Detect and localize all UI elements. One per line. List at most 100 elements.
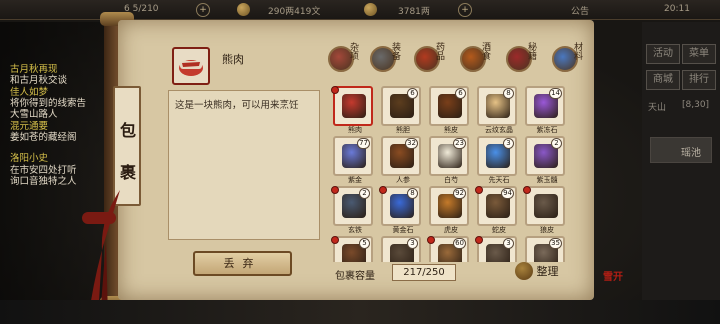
inventory-slot[interactable]: 6 熊胆	[381, 86, 421, 134]
item-name: 熊肉	[348, 126, 362, 134]
announce-button[interactable]: 公告	[571, 4, 589, 17]
activity-button[interactable]: 活动	[646, 44, 680, 64]
ranking-button[interactable]: 排行	[682, 70, 716, 90]
item-count: 2	[551, 138, 562, 149]
add-gold-icon[interactable]: +	[458, 3, 472, 17]
inventory-slot[interactable]: 5	[331, 236, 373, 262]
inventory-slot[interactable]: 8 云纹玄晶	[477, 86, 517, 134]
item-count: 92	[453, 188, 466, 199]
item-name: 紫金	[348, 176, 362, 184]
item-name: 紫玉髓	[536, 176, 558, 184]
inventory-slot[interactable]: 3	[475, 236, 517, 262]
tab-label: 杂项	[350, 43, 360, 62]
game-root: { "topbar":{"level":"6 5/210","silver":"…	[0, 0, 720, 324]
inventory-slot[interactable]: 熊肉	[331, 86, 373, 134]
quest-title[interactable]: 混元通要	[10, 121, 48, 132]
item-count: 77	[357, 138, 370, 149]
item-name: 蛇皮	[492, 226, 506, 234]
add-level-icon[interactable]: +	[196, 3, 210, 17]
gold-ingot-icon	[364, 3, 377, 16]
quest-title[interactable]: 佳人如梦	[10, 87, 48, 98]
new-item-badge	[331, 186, 339, 194]
gold-text: 3781两	[398, 7, 430, 17]
item-count: 2	[359, 188, 370, 199]
item-name: 狼皮	[540, 226, 554, 234]
inventory-slot[interactable]: 6 熊皮	[429, 86, 469, 134]
inventory-slot[interactable]: 32 人参	[381, 136, 421, 184]
inventory-slot[interactable]: 14 紫冻石	[525, 86, 565, 134]
bottom-hud	[0, 300, 720, 324]
tab-label: 秘籍	[528, 43, 538, 62]
quest-desc: 和古月秋交谈	[10, 75, 68, 86]
inventory-slot[interactable]: 94 蛇皮	[475, 186, 517, 234]
location-text: 天山	[648, 103, 667, 113]
selected-item-icon	[172, 47, 210, 85]
bag-title-text: 包裹	[120, 121, 137, 182]
item-description: 这是一块熊肉，可以用来烹饪	[168, 90, 320, 240]
shop-button[interactable]: 商城	[646, 70, 680, 90]
sort-button[interactable]: 整理	[515, 262, 577, 284]
item-name: 虎皮	[444, 226, 458, 234]
item-name: 紫冻石	[536, 126, 558, 134]
item-description-text: 这是一块熊肉，可以用来烹饪	[175, 100, 299, 111]
inventory-slot[interactable]: 2 玄铁	[331, 186, 373, 234]
item-name: 先天石	[488, 176, 510, 184]
item-count: 8	[407, 188, 418, 199]
inventory-slot[interactable]: 狼皮	[523, 186, 565, 234]
silver-text: 290两419文	[268, 7, 321, 17]
tab-label: 装备	[392, 43, 402, 62]
sort-label: 整理	[536, 265, 559, 278]
clock-text: 20:11	[664, 4, 690, 14]
item-name: 熊皮	[444, 126, 458, 134]
bag-title: 包裹	[113, 86, 141, 206]
coords-text: [8,30]	[682, 100, 710, 110]
tab-label: 酒食	[482, 43, 492, 62]
sort-bag-icon	[515, 262, 533, 280]
item-count: 6	[455, 88, 466, 99]
item-count: 32	[405, 138, 418, 149]
right-panel: 活动 菜单 商城 排行 天山 [8,30] 瑶池	[642, 22, 720, 322]
item-icon	[342, 94, 366, 118]
new-item-badge	[331, 236, 339, 244]
item-name: 人参	[396, 176, 410, 184]
inventory-slot[interactable]: 3	[381, 236, 421, 262]
tab-label: 材料	[574, 43, 584, 62]
item-count: 35	[549, 238, 562, 249]
inventory-slot[interactable]: 2 紫玉髓	[525, 136, 565, 184]
item-count: 94	[501, 188, 514, 199]
capacity-label: 包裹容量	[335, 271, 375, 282]
tassel-knot-icon	[82, 212, 116, 224]
new-item-badge	[331, 86, 339, 94]
quest-desc: 询口音独特之人	[10, 176, 77, 187]
item-name: 白芍	[444, 176, 458, 184]
item-name: 黄金石	[392, 226, 414, 234]
inventory-slot[interactable]: 3 先天石	[477, 136, 517, 184]
inventory-slot[interactable]: 23 白芍	[429, 136, 469, 184]
area-button[interactable]: 瑶池	[650, 137, 712, 163]
quest-title[interactable]: 洛阳小史	[10, 153, 48, 164]
inventory-slot[interactable]: 92 虎皮	[429, 186, 469, 234]
inventory-slot[interactable]: 77 紫金	[333, 136, 373, 184]
menu-button[interactable]: 菜单	[682, 44, 716, 64]
new-item-badge	[379, 186, 387, 194]
quest-desc: 将你得到的线索告	[10, 98, 87, 109]
inventory-slot[interactable]: 60	[427, 236, 469, 262]
inventory-grid: 熊肉 6 熊胆 6 熊皮 8 云纹玄晶 14 紫冻石 77 紫金 32 人参 23 白芍 3 先天石 2 紫玉髓 2 玄…	[325, 82, 580, 262]
discard-button[interactable]: 丢弃	[193, 251, 292, 276]
item-count: 5	[359, 238, 370, 249]
item-count: 3	[407, 238, 418, 249]
new-item-badge	[475, 186, 483, 194]
item-name: 熊胆	[396, 126, 410, 134]
inventory-slot[interactable]: 8 黄金石	[379, 186, 421, 234]
item-count: 60	[453, 238, 466, 249]
capacity-value: 217/250	[392, 264, 456, 281]
item-count: 3	[503, 238, 514, 249]
item-count: 3	[503, 138, 514, 149]
item-count: 6	[407, 88, 418, 99]
silver-coin-icon	[237, 3, 250, 16]
item-name: 云纹玄晶	[485, 126, 513, 134]
inventory-slot[interactable]: 35	[525, 236, 565, 262]
quest-desc: 在市安四处打听	[10, 165, 77, 176]
quest-title[interactable]: 古月秋再现	[10, 64, 58, 75]
quest-desc: 姜如苍的藏经阁	[10, 132, 77, 143]
